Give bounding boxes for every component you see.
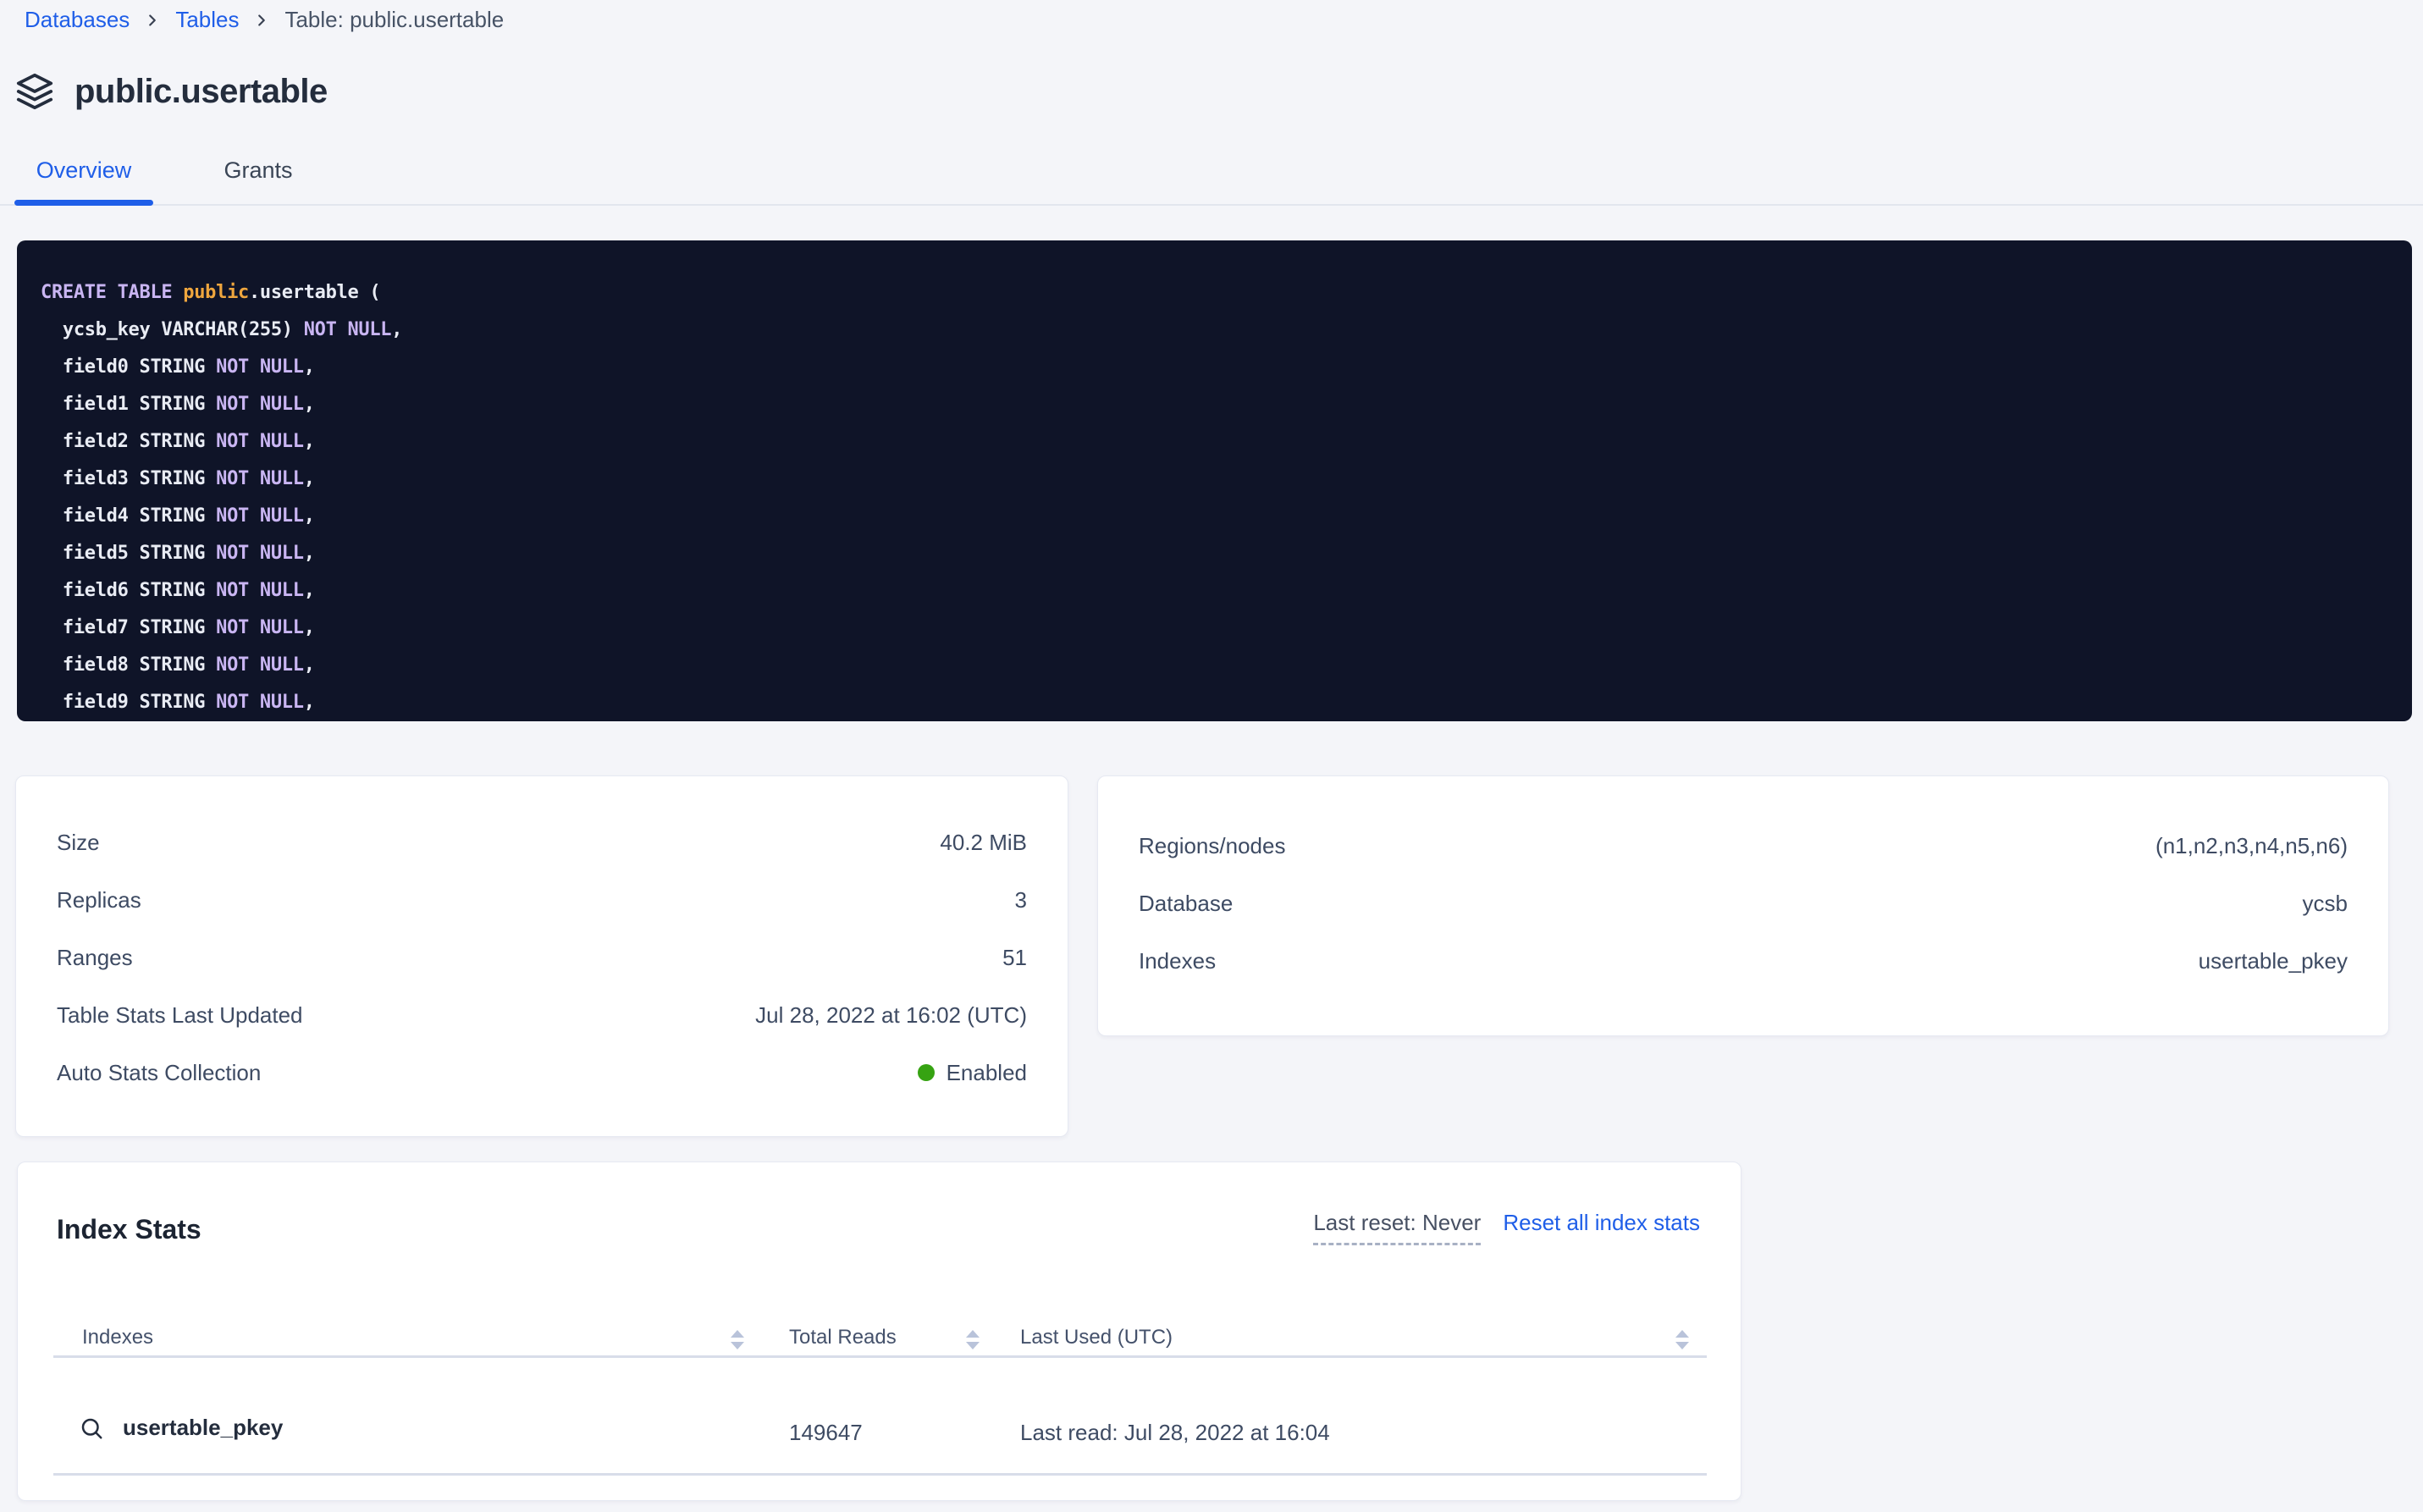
stat-row-size: Size 40.2 MiB — [57, 814, 1027, 871]
sort-arrows-icon[interactable] — [966, 1330, 980, 1349]
stat-label: Ranges — [57, 945, 133, 971]
stat-label: Auto Stats Collection — [57, 1060, 261, 1086]
stat-value: Enabled — [918, 1060, 1027, 1086]
stat-row-indexes: Indexes usertable_pkey — [1139, 932, 2348, 990]
table-details-card: Size 40.2 MiB Replicas 3 Ranges 51 Table… — [15, 775, 1068, 1137]
reset-all-index-stats-link[interactable]: Reset all index stats — [1503, 1210, 1700, 1236]
page-header: public.usertable — [15, 68, 328, 115]
stat-value: (n1,n2,n3,n4,n5,n6) — [2155, 833, 2348, 859]
tab-bar-divider — [0, 204, 2423, 206]
breadcrumb: Databases Tables Table: public.usertable — [25, 7, 504, 33]
stat-value: usertable_pkey — [2199, 948, 2348, 974]
tab-bar: Overview Grants — [0, 157, 2423, 208]
stat-value: Jul 28, 2022 at 16:02 (UTC) — [755, 1002, 1027, 1029]
index-name: usertable_pkey — [123, 1415, 283, 1441]
create-statement-code-block: CREATE TABLE public.usertable ( ycsb_key… — [17, 240, 2412, 721]
stat-row-stats-updated: Table Stats Last Updated Jul 28, 2022 at… — [57, 986, 1027, 1044]
layers-stack-icon — [15, 72, 54, 111]
chevron-right-icon — [143, 11, 162, 30]
stat-label: Replicas — [57, 887, 141, 913]
stat-row-regions: Regions/nodes (n1,n2,n3,n4,n5,n6) — [1139, 817, 2348, 875]
index-stats-header: Index Stats Last reset: Never Reset all … — [18, 1162, 1741, 1245]
breadcrumb-link-tables[interactable]: Tables — [175, 7, 239, 33]
column-header-indexes[interactable]: Indexes — [82, 1326, 153, 1349]
active-tab-indicator — [14, 200, 153, 206]
stat-value: 51 — [1002, 945, 1027, 971]
sort-arrows-icon[interactable] — [731, 1330, 744, 1349]
last-reset-label[interactable]: Last reset: Never — [1313, 1210, 1481, 1245]
search-icon — [79, 1415, 104, 1441]
table-details-page: Databases Tables Table: public.usertable… — [0, 0, 2423, 1512]
tab-overview[interactable]: Overview — [14, 157, 153, 184]
index-stats-card: Index Stats Last reset: Never Reset all … — [17, 1162, 1741, 1501]
status-dot-green — [918, 1064, 935, 1081]
stat-label: Indexes — [1139, 948, 1216, 974]
stat-label: Database — [1139, 891, 1233, 917]
stat-value: ycsb — [2303, 891, 2348, 917]
stat-label: Size — [57, 830, 100, 856]
table-row: usertable_pkey 149647 Last read: Jul 28,… — [18, 1410, 1741, 1460]
last-used-cell: Last read: Jul 28, 2022 at 16:04 — [1020, 1420, 1330, 1446]
column-header-last-used[interactable]: Last Used (UTC) — [1020, 1326, 1173, 1349]
tab-grants[interactable]: Grants — [212, 157, 305, 184]
stat-value: 3 — [1015, 887, 1027, 913]
page-title: public.usertable — [75, 73, 328, 111]
table-divider — [53, 1473, 1707, 1476]
index-name-cell[interactable]: usertable_pkey — [79, 1415, 283, 1441]
stat-row-database: Database ycsb — [1139, 875, 2348, 932]
stat-label: Table Stats Last Updated — [57, 1002, 303, 1029]
chevron-right-icon — [252, 11, 271, 30]
breadcrumb-current: Table: public.usertable — [284, 7, 504, 33]
table-divider — [53, 1355, 1707, 1358]
column-header-total-reads[interactable]: Total Reads — [789, 1326, 897, 1349]
stat-row-auto-stats: Auto Stats Collection Enabled — [57, 1044, 1027, 1101]
sql-code: CREATE TABLE public.usertable ( ycsb_key… — [41, 274, 2388, 721]
stat-row-replicas: Replicas 3 — [57, 871, 1027, 929]
total-reads-cell: 149647 — [789, 1420, 863, 1446]
table-location-card: Regions/nodes (n1,n2,n3,n4,n5,n6) Databa… — [1097, 775, 2389, 1036]
breadcrumb-link-databases[interactable]: Databases — [25, 7, 130, 33]
stat-value: 40.2 MiB — [940, 830, 1027, 856]
sort-arrows-icon[interactable] — [1675, 1330, 1689, 1349]
index-stats-title: Index Stats — [57, 1214, 201, 1245]
stat-label: Regions/nodes — [1139, 833, 1285, 859]
index-stats-meta: Last reset: Never Reset all index stats — [1313, 1210, 1700, 1245]
index-table-header: Indexes Total Reads Last Used (UTC) — [18, 1326, 1741, 1355]
status-text: Enabled — [947, 1060, 1027, 1086]
stat-row-ranges: Ranges 51 — [57, 929, 1027, 986]
